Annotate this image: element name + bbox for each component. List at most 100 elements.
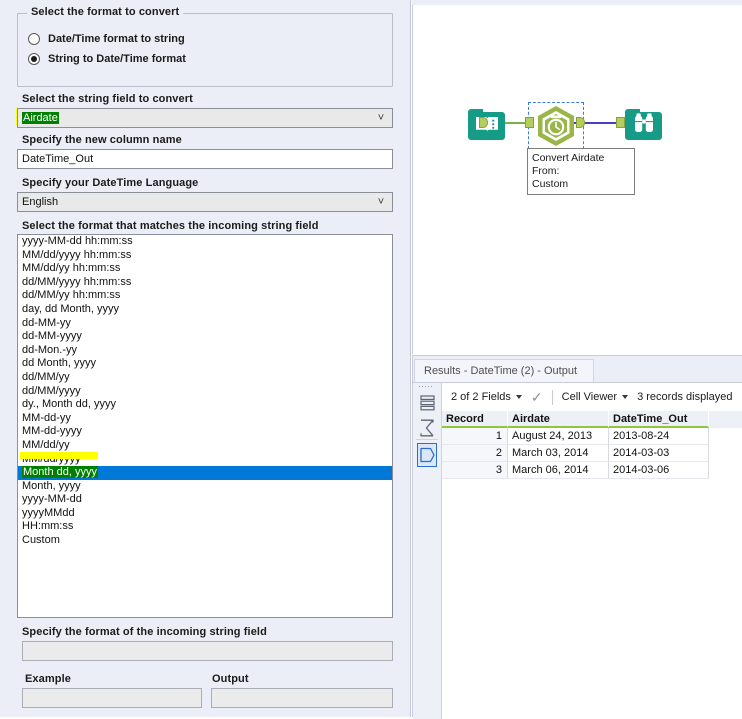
grid-header-row: Record Airdate DateTime_Out — [442, 411, 742, 428]
format-list-item[interactable]: Month dd, yyyy — [18, 466, 392, 480]
format-listbox[interactable]: yyyy-MM-dd hh:mm:ss MM/dd/yyyy hh:mm:ss MM… — [17, 234, 393, 618]
cell-airdate: March 06, 2014 — [508, 462, 609, 479]
format-list-item[interactable]: dd/MM/yy hh:mm:ss — [18, 289, 392, 303]
chevron-down-icon — [622, 395, 629, 399]
radio-string-to-datetime-indicator — [28, 53, 40, 65]
format-list-item[interactable]: day, dd Month, yyyy — [18, 303, 392, 317]
output-shape-icon — [419, 447, 435, 463]
format-list-item[interactable]: Custom — [18, 534, 392, 548]
string-field-value: Airdate — [22, 112, 59, 124]
format-list-label: Select the format that matches the incom… — [22, 220, 319, 232]
stacked-rows-icon — [419, 395, 435, 411]
format-list-item[interactable]: MM/dd/yy hh:mm:ss — [18, 262, 392, 276]
format-list-item[interactable]: HH:mm:ss — [18, 520, 392, 534]
workflow-canvas[interactable]: Convert Airdate From: Custom — [412, 5, 742, 354]
cell-record: 2 — [442, 445, 508, 462]
cell-record: 1 — [442, 428, 508, 445]
format-list-item-label: Month dd, yyyy — [22, 466, 98, 479]
format-list-item[interactable]: MM-dd-yyyy — [18, 425, 392, 439]
radio-string-to-datetime[interactable]: String to Date/Time format — [28, 53, 186, 65]
cell-record: 3 — [442, 462, 508, 479]
results-grid[interactable]: Record Airdate DateTime_Out 1 August 24,… — [442, 411, 742, 479]
table-row[interactable]: 1 August 24, 2013 2013-08-24 — [442, 428, 742, 445]
datetime-language-combobox[interactable]: English ˅ — [17, 192, 393, 212]
format-list-item[interactable]: MM/dd/yyyy hh:mm:ss — [18, 249, 392, 263]
format-list-item[interactable]: dd/MM/yy — [18, 371, 392, 385]
annotation-line-2: From: — [532, 165, 560, 177]
example-label: Example — [25, 673, 71, 685]
format-list-item[interactable]: MM/dd/yy — [18, 439, 392, 453]
table-row[interactable]: 3 March 06, 2014 2014-03-06 — [442, 462, 742, 479]
results-tab[interactable]: Results - DateTime (2) - Output — [414, 359, 594, 382]
output-view-button[interactable] — [417, 443, 437, 467]
cell-datetime-out: 2014-03-06 — [609, 462, 709, 479]
format-list-item[interactable]: dd/MM/yyyy — [18, 385, 392, 399]
sigma-icon — [420, 419, 434, 437]
format-list-item[interactable]: yyyy-MM-dd — [18, 493, 392, 507]
format-list-item[interactable]: yyyyMMdd — [18, 507, 392, 521]
example-value — [22, 688, 202, 708]
clock-hexagon-icon — [538, 106, 574, 146]
string-field-label: Select the string field to convert — [22, 93, 193, 105]
grid-header-record[interactable]: Record — [442, 411, 508, 428]
datetime-language-label: Specify your DateTime Language — [22, 177, 199, 189]
grid-header-datetime-out[interactable]: DateTime_Out — [609, 411, 709, 428]
format-list-item[interactable]: dd-Mon.-yy — [18, 344, 392, 358]
tool-annotation-box[interactable]: Convert Airdate From: Custom — [527, 148, 635, 195]
format-list-item[interactable]: Month, yyyy — [18, 480, 392, 494]
format-list-item[interactable]: dd/MM/yyyy hh:mm:ss — [18, 276, 392, 290]
chevron-down-icon — [515, 395, 522, 399]
radio-datetime-to-string-label: Date/Time format to string — [48, 33, 185, 45]
chevron-down-icon: ˅ — [377, 111, 385, 124]
format-list-item[interactable]: MM-dd-yy — [18, 412, 392, 426]
chevron-down-icon: ˅ — [377, 195, 385, 208]
fields-selector[interactable]: 2 of 2 Fields — [451, 391, 522, 403]
radio-string-to-datetime-label: String to Date/Time format — [48, 53, 186, 65]
format-list-item[interactable]: dd-MM-yyyy — [18, 330, 392, 344]
grid-header-airdate[interactable]: Airdate — [508, 411, 609, 428]
results-side-rail — [413, 383, 442, 719]
table-row[interactable]: 2 March 03, 2014 2014-03-03 — [442, 445, 742, 462]
results-toolbar: 2 of 2 Fields ✓ Cell Viewer 3 records di… — [442, 383, 742, 411]
cell-airdate: August 24, 2013 — [508, 428, 609, 445]
binoculars-icon — [625, 109, 662, 140]
cell-airdate: March 03, 2014 — [508, 445, 609, 462]
cell-viewer-selector[interactable]: Cell Viewer — [561, 391, 629, 403]
datetime-tool[interactable] — [535, 104, 577, 151]
radio-datetime-to-string-indicator — [28, 33, 40, 45]
records-view-button[interactable] — [417, 392, 437, 414]
radio-datetime-to-string[interactable]: Date/Time format to string — [28, 33, 185, 45]
new-column-input[interactable]: DateTime_Out — [17, 149, 393, 169]
results-pane: Results - DateTime (2) - Output 2 of 2 F… — [412, 355, 742, 719]
datetime-language-value: English — [22, 196, 59, 208]
annotation-line-3: Custom — [532, 178, 569, 190]
format-list-item[interactable]: dy., Month dd, yyyy — [18, 398, 392, 412]
check-icon[interactable]: ✓ — [531, 389, 543, 406]
output-value — [211, 688, 393, 708]
format-list-item[interactable]: yyyy-MM-dd hh:mm:ss — [18, 235, 392, 249]
format-list-item[interactable]: dd Month, yyyy — [18, 357, 392, 371]
toolbar-divider — [551, 389, 553, 405]
rail-grip-handle[interactable] — [419, 386, 435, 390]
fields-count-label: 2 of 2 Fields — [451, 391, 511, 403]
results-body: 2 of 2 Fields ✓ Cell Viewer 3 records di… — [413, 382, 742, 719]
format-list-item[interactable]: MM/dd/yyyy — [18, 453, 392, 467]
custom-format-label: Specify the format of the incoming strin… — [22, 626, 267, 638]
records-displayed-label: 3 records displayed — [637, 391, 733, 403]
datetime-input-anchor[interactable] — [525, 117, 534, 128]
string-field-combobox[interactable]: Airdate ˅ — [17, 108, 393, 128]
new-column-label: Specify the new column name — [22, 134, 182, 146]
browse-tool[interactable] — [625, 105, 663, 144]
input-data-output-anchor[interactable] — [479, 117, 488, 128]
format-to-convert-groupbox — [17, 13, 393, 87]
format-list-item[interactable]: dd-MM-yy — [18, 317, 392, 331]
cell-datetime-out: 2014-03-03 — [609, 445, 709, 462]
datetime-output-anchor[interactable] — [576, 117, 585, 128]
cell-viewer-label: Cell Viewer — [561, 391, 618, 403]
cell-datetime-out: 2013-08-24 — [609, 428, 709, 445]
custom-format-input[interactable] — [22, 641, 393, 661]
metadata-view-button[interactable] — [417, 417, 437, 439]
annotation-line-1: Convert Airdate — [532, 152, 605, 164]
browse-input-anchor[interactable] — [616, 117, 625, 128]
output-label: Output — [212, 673, 249, 685]
